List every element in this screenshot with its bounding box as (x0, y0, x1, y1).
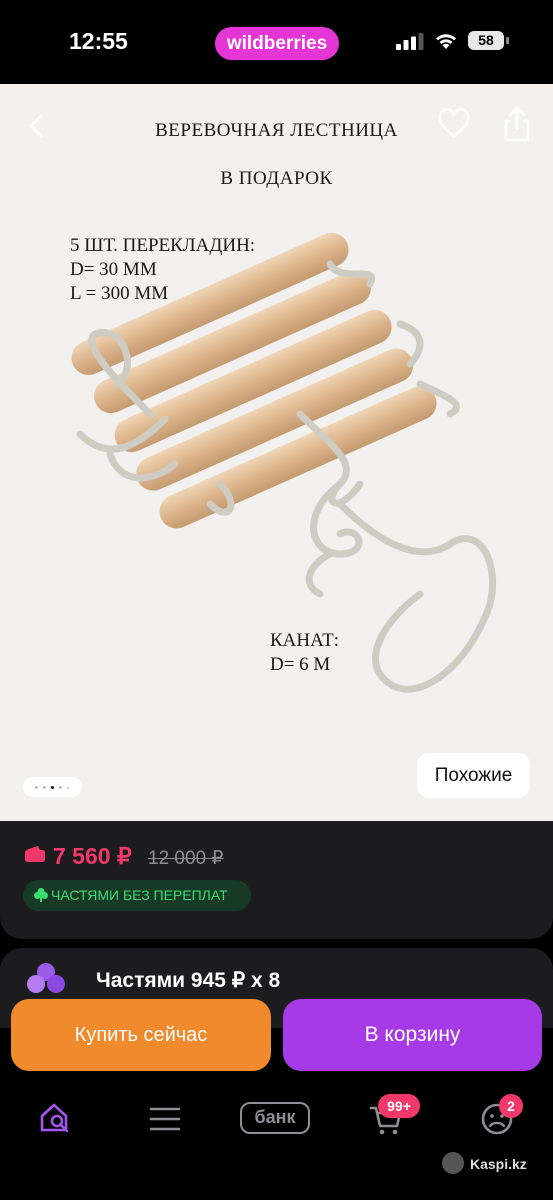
app-pill[interactable]: wildberries (215, 27, 339, 60)
home-search-icon[interactable] (38, 1100, 74, 1134)
wifi-icon (436, 34, 456, 49)
gallery-dot-active (51, 786, 54, 789)
similar-button[interactable]: Похожие (417, 753, 530, 798)
product-photo-rope-ladder (71, 232, 497, 693)
spec-line: L = 300 ММ (70, 283, 169, 304)
gallery-dot (35, 786, 38, 789)
buy-now-button[interactable]: Купить сейчас (11, 999, 271, 1071)
price-card: 7 560 ₽ 12 000 ₽ ЧАСТЯМИ БЕЗ ПЕРЕПЛАТ (0, 821, 553, 939)
tab-bar: банк (0, 1080, 553, 1200)
old-price: 12 000 ₽ (148, 848, 224, 869)
share-icon[interactable] (500, 104, 534, 144)
status-time: 12:55 (69, 28, 128, 54)
gallery-dot (43, 786, 46, 789)
status-bar: 12:55 wildberries 58 (0, 0, 553, 84)
spec-line: D= 30 ММ (70, 259, 157, 280)
rung-specs: 5 ШТ. ПЕРЕКЛАДИН: D= 30 ММ L = 300 ММ (70, 234, 255, 306)
rope-specs: КАНАТ: D= 6 М (270, 629, 339, 677)
installment-text: Частями 945 ₽ x 8 (96, 969, 281, 992)
heart-icon[interactable] (437, 107, 471, 141)
gallery-pagination (23, 777, 82, 797)
watermark: Kaspi.kz (442, 1152, 542, 1176)
product-gallery[interactable]: ВЕРЕВОЧНАЯ ЛЕСТНИЦА В ПОДАРОК 5 ШТ. ПЕРЕ… (0, 84, 553, 821)
signal-icon (396, 33, 424, 50)
installment-badge[interactable]: ЧАСТЯМИ БЕЗ ПЕРЕПЛАТ (23, 880, 251, 911)
profile-badge: 2 (499, 1094, 523, 1118)
spec-line: D= 6 М (270, 654, 331, 675)
spec-line: КАНАТ: (270, 630, 340, 651)
spec-line: 5 ШТ. ПЕРЕКЛАДИН: (70, 235, 256, 256)
battery-level: 58 (468, 31, 504, 50)
badge-label: ЧАСТЯМИ БЕЗ ПЕРЕПЛАТ (51, 887, 228, 903)
current-price: 7 560 ₽ (53, 843, 132, 869)
menu-icon[interactable] (148, 1106, 182, 1132)
clover-icon (34, 888, 48, 902)
gallery-dot (67, 786, 69, 789)
clover-icon (27, 963, 65, 993)
image-title-line2: В ПОДАРОК (220, 168, 333, 189)
gallery-dot (59, 786, 62, 789)
watermark-text: Kaspi.kz (470, 1156, 527, 1172)
kaspi-logo-icon (442, 1152, 464, 1174)
wallet-icon (25, 846, 45, 862)
bank-tab[interactable]: банк (240, 1102, 310, 1134)
bank-label: банк (254, 1107, 296, 1127)
add-to-cart-button[interactable]: В корзину (283, 999, 542, 1071)
battery-tip (506, 37, 509, 44)
cart-badge: 99+ (378, 1094, 420, 1118)
